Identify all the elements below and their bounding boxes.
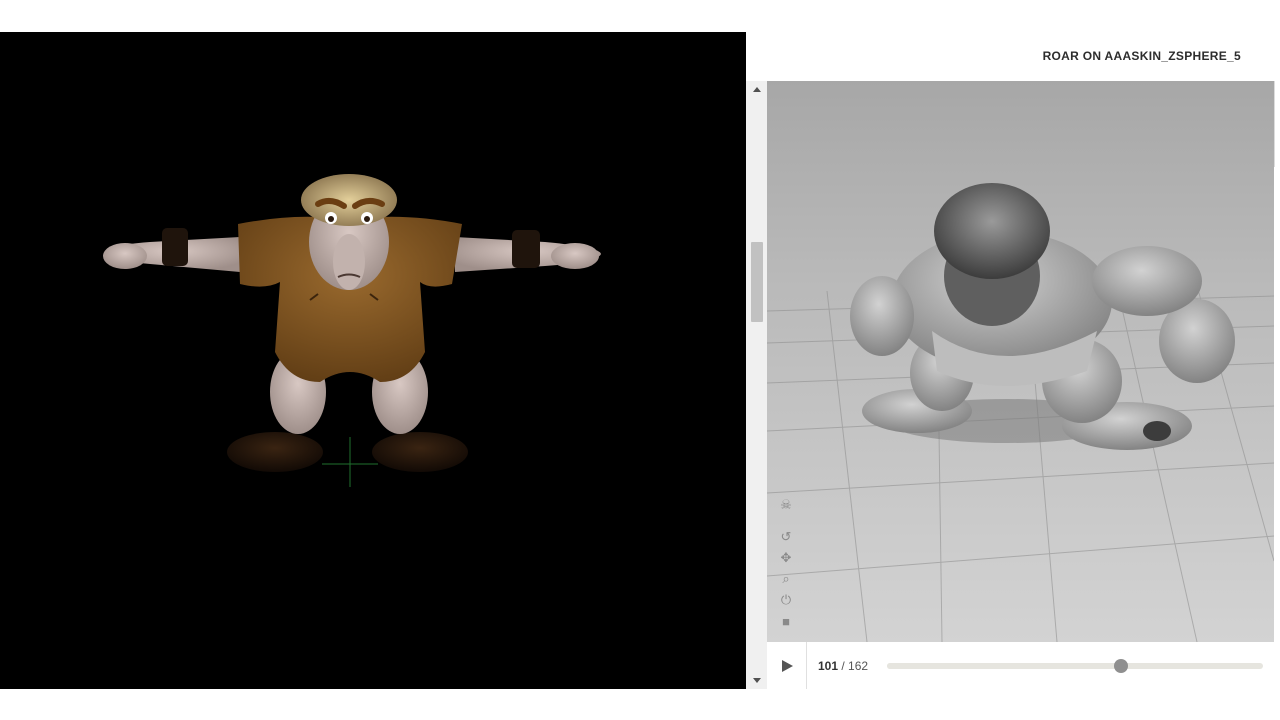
play-button[interactable] [775, 654, 799, 678]
skull-icon[interactable]: ☠ [775, 496, 797, 514]
left-3d-viewport[interactable] [0, 32, 746, 689]
scroll-up-arrow-icon [752, 87, 761, 92]
frame-counter: 101 / 162 [818, 659, 868, 673]
scroll-thumb[interactable] [751, 242, 763, 322]
3d-animation-viewer[interactable]: ☠ ↺ ✥ ⌕ ⏻ ■ [767, 81, 1274, 642]
tpose-character-render [103, 174, 601, 487]
play-icon [781, 660, 793, 672]
timeline-scrubber[interactable] [1114, 659, 1129, 673]
animation-title: ROAR ON AAASKIN_ZSPHERE_5 [1042, 49, 1241, 63]
roar-character-render [767, 81, 1274, 642]
total-frames: 162 [848, 659, 869, 673]
scroll-down-arrow-icon [752, 678, 761, 683]
pan-icon[interactable]: ✥ [775, 549, 797, 567]
animation-player: 101 / 162 [767, 642, 1274, 689]
bottom-strip [0, 689, 1280, 720]
vertical-scrollbar[interactable] [746, 81, 767, 689]
scroll-up-button[interactable] [746, 81, 767, 98]
panel-header: ROAR ON AAASKIN_ZSPHERE_5 [767, 32, 1274, 81]
frame-separator: / [838, 659, 849, 673]
player-divider [806, 642, 807, 689]
rotate-icon[interactable]: ↺ [775, 528, 797, 546]
scroll-down-button[interactable] [746, 672, 767, 689]
timeline-track[interactable] [887, 659, 1263, 673]
current-frame: 101 [818, 659, 839, 673]
camera-icon[interactable]: ■ [775, 612, 797, 630]
panel-edge-line [1274, 81, 1275, 167]
timeline-progress [887, 663, 1122, 669]
top-strip [0, 0, 1280, 32]
reset-icon[interactable]: ⏻ [775, 591, 797, 609]
zoom-icon[interactable]: ⌕ [775, 570, 797, 588]
